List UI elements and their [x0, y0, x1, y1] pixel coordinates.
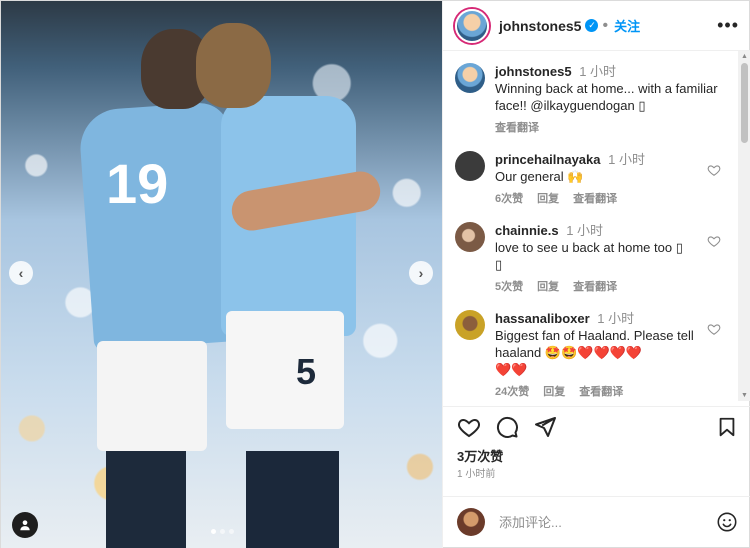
comment-item: chainnie.s 1 小时 love to see u back at ho…	[455, 222, 727, 296]
caption-text: Winning back at home... with a familiar …	[495, 81, 718, 113]
caption: johnstones5 1 小时 Winning back at home...…	[455, 63, 727, 137]
like-comment-heart-icon[interactable]	[707, 163, 721, 177]
comment-emoji: 🤩🤩❤️❤️❤️❤️	[544, 345, 643, 360]
post-header: johnstones5 ✓ • 关注 •••	[443, 1, 750, 51]
carousel-dot	[220, 529, 225, 534]
post-actions-bar	[443, 406, 750, 446]
carousel-dot	[229, 529, 234, 534]
commenter-avatar[interactable]	[455, 151, 485, 181]
caption-time: 1 小时	[579, 64, 617, 79]
player-left-shorts	[97, 341, 207, 451]
comment-reply-button[interactable]: 回复	[537, 191, 559, 208]
user-icon	[20, 520, 30, 531]
commenter-avatar[interactable]	[455, 222, 485, 252]
comment-emoji: 🙌	[567, 169, 584, 184]
comment-likes[interactable]: 24次赞	[495, 384, 529, 401]
scrollbar-thumb[interactable]	[741, 63, 748, 143]
next-image-button[interactable]: ›	[409, 261, 433, 285]
comment-bubble-icon[interactable]	[495, 415, 519, 439]
add-comment-bar: 添加评论...	[443, 496, 750, 546]
comment-translate-button[interactable]: 查看翻译	[573, 279, 617, 296]
player-right-sock	[291, 451, 339, 548]
likes-count[interactable]: 3万次赞	[457, 446, 503, 465]
comment-time: 1 小时	[566, 223, 604, 238]
author-avatar[interactable]	[455, 8, 489, 43]
like-comment-heart-icon[interactable]	[707, 322, 721, 336]
caption-username[interactable]: johnstones5	[495, 64, 572, 79]
verified-badge-icon: ✓	[585, 19, 599, 32]
comment-reply-button[interactable]: 回复	[543, 384, 565, 401]
chevron-left-icon: ‹	[18, 265, 24, 281]
post-image[interactable]: 19 5 ‹ ›	[1, 1, 442, 548]
caption-emoji: ▯	[638, 98, 646, 113]
player-right-sock	[246, 451, 296, 548]
comments-list[interactable]: johnstones5 1 小时 Winning back at home...…	[443, 51, 739, 401]
save-bookmark-icon[interactable]	[716, 416, 738, 438]
author-avatar-small[interactable]	[455, 63, 485, 93]
comment-username[interactable]: hassanaliboxer	[495, 311, 590, 326]
player-left-shirt	[77, 101, 245, 351]
player-left-sock	[106, 451, 146, 548]
comment-likes[interactable]: 5次赞	[495, 279, 523, 296]
comment-username[interactable]: chainnie.s	[495, 223, 559, 238]
like-heart-icon[interactable]	[457, 415, 481, 439]
tagged-users-button[interactable]	[12, 512, 38, 538]
follow-button[interactable]: 关注	[614, 16, 640, 35]
comment-item: hassanaliboxer 1 小时 Biggest fan of Haala…	[455, 310, 727, 401]
comment-emoji: ❤️❤️	[495, 362, 528, 377]
emoji-picker-icon[interactable]	[716, 511, 738, 533]
add-comment-input[interactable]: 添加评论...	[499, 512, 562, 531]
scroll-up-icon[interactable]: ▲	[741, 53, 748, 60]
author-username[interactable]: johnstones5	[499, 18, 581, 34]
player-right-shorts	[226, 311, 344, 429]
post-side-panel: johnstones5 ✓ • 关注 ••• johnstones5 1 小时 …	[442, 1, 750, 548]
previous-image-button[interactable]: ‹	[9, 261, 33, 285]
comment-text: love to see u back at home too	[495, 240, 673, 255]
jersey-number-right: 5	[296, 351, 317, 392]
player-right-head	[196, 23, 271, 108]
comment-item: princehailnayaka 1 小时 Our general 🙌 6次赞 …	[455, 151, 727, 208]
chevron-right-icon: ›	[418, 265, 424, 281]
jersey-number-left: 19	[106, 152, 169, 215]
like-comment-heart-icon[interactable]	[707, 234, 721, 248]
comment-emoji: ▯	[675, 240, 683, 255]
caption-see-translation[interactable]: 查看翻译	[495, 120, 539, 137]
separator-dot: •	[602, 16, 609, 34]
comment-time: 1 小时	[608, 152, 645, 167]
comment-likes[interactable]: 6次赞	[495, 191, 523, 208]
comment-text: Our general	[495, 169, 564, 184]
instagram-post-window: 19 5 ‹ › johnstones5 ✓ • 关注 ••• johnston…	[0, 0, 750, 548]
current-user-avatar	[457, 507, 485, 536]
carousel-indicator	[211, 529, 234, 534]
carousel-dot-active	[211, 529, 216, 534]
comment-time: 1 小时	[597, 311, 635, 326]
comment-translate-button[interactable]: 查看翻译	[573, 191, 617, 208]
player-left-sock	[146, 451, 186, 548]
comment-translate-button[interactable]: 查看翻译	[579, 384, 623, 401]
comment-reply-button[interactable]: 回复	[537, 279, 559, 296]
comments-scrollbar[interactable]: ▲ ▼	[738, 51, 750, 401]
more-options-icon[interactable]: •••	[717, 15, 739, 36]
share-send-icon[interactable]	[533, 415, 557, 439]
comment-username[interactable]: princehailnayaka	[495, 152, 601, 167]
post-timestamp: 1 小时前	[457, 469, 496, 480]
scroll-down-icon[interactable]: ▼	[741, 392, 748, 399]
comment-emoji: ▯	[495, 257, 503, 272]
commenter-avatar[interactable]	[455, 310, 485, 340]
